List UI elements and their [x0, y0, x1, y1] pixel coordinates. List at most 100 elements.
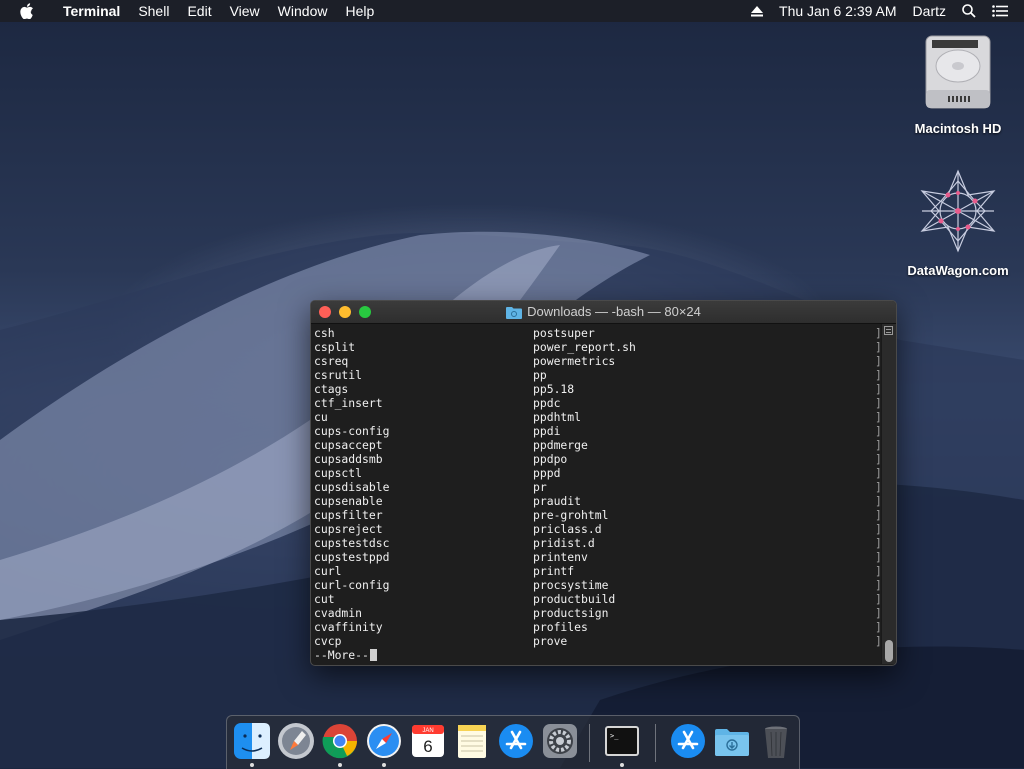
terminal-line: cu ppdhtml]: [314, 410, 882, 424]
split-pane-icon[interactable]: [884, 326, 893, 335]
desktop-icon-label: DataWagon.com: [907, 263, 1009, 278]
spotlight-search-icon[interactable]: [954, 0, 984, 22]
terminal-line: curl-config procsystime]: [314, 578, 882, 592]
desktop-icon-macintosh-hd[interactable]: Macintosh HD: [898, 32, 1018, 136]
terminal-scrollbar[interactable]: [881, 324, 896, 664]
terminal-line: csh postsuper]: [314, 326, 882, 340]
command-name: pppd: [533, 466, 561, 480]
terminal-line: csreq powermetrics]: [314, 354, 882, 368]
apple-icon: [20, 3, 33, 19]
finder-icon[interactable]: [233, 722, 271, 760]
star-network-icon: [920, 169, 996, 253]
command-name: cvaffinity: [314, 620, 383, 634]
calendar-day: 6: [423, 737, 432, 756]
minimize-window-button[interactable]: [339, 306, 351, 318]
command-name: cupsdisable: [314, 480, 390, 494]
system-preferences-icon[interactable]: [541, 722, 579, 760]
menu-shell[interactable]: Shell: [129, 0, 178, 22]
terminal-line: csrutil pp]: [314, 368, 882, 382]
command-name: csh: [314, 326, 335, 340]
desktop-icon-label: Macintosh HD: [914, 121, 1002, 136]
menu-help[interactable]: Help: [336, 0, 383, 22]
trash-icon[interactable]: [757, 722, 795, 760]
close-window-button[interactable]: [319, 306, 331, 318]
command-name: ppdhtml: [533, 410, 582, 424]
notes-icon[interactable]: [453, 722, 491, 760]
menu-terminal[interactable]: Terminal: [54, 0, 129, 22]
command-name: profiles: [533, 620, 588, 634]
command-name: cut: [314, 592, 335, 606]
terminal-line: csplit power_report.sh]: [314, 340, 882, 354]
command-name: cupsenable: [314, 494, 383, 508]
terminal-line: cut productbuild]: [314, 592, 882, 606]
command-name: printf: [533, 564, 575, 578]
maximize-window-button[interactable]: [359, 306, 371, 318]
terminal-line: cupsctl pppd]: [314, 466, 882, 480]
command-name: cvadmin: [314, 606, 363, 620]
terminal-line: cupstestppd printenv]: [314, 550, 882, 564]
terminal-line: cvaffinity profiles]: [314, 620, 882, 634]
command-name: ppdi: [533, 424, 561, 438]
command-name: cupsaddsmb: [314, 452, 383, 466]
menu-view[interactable]: View: [221, 0, 269, 22]
terminal-line: curl printf]: [314, 564, 882, 578]
terminal-line: cvadmin productsign]: [314, 606, 882, 620]
hard-drive-icon: [925, 35, 991, 109]
command-name: pp: [533, 368, 547, 382]
menubar-clock[interactable]: Thu Jan 6 2:39 AM: [771, 0, 905, 22]
terminal-line: cupsreject priclass.d]: [314, 522, 882, 536]
command-name: pp5.18: [533, 382, 575, 396]
terminal-line: cupsaccept ppdmerge]: [314, 438, 882, 452]
command-name: cu: [314, 410, 328, 424]
chrome-icon[interactable]: [321, 722, 359, 760]
terminal-line: cupsaddsmb ppdpo]: [314, 452, 882, 466]
terminal-line: ctags pp5.18]: [314, 382, 882, 396]
command-name: cupsaccept: [314, 438, 383, 452]
menu-window[interactable]: Window: [269, 0, 337, 22]
eject-icon[interactable]: [743, 0, 771, 22]
terminal-line: cupsdisable pr]: [314, 480, 882, 494]
menu-edit[interactable]: Edit: [178, 0, 220, 22]
command-name: csplit: [314, 340, 356, 354]
notification-center-icon[interactable]: [984, 0, 1016, 22]
command-name: csrutil: [314, 368, 363, 382]
command-name: pre-grohtml: [533, 508, 609, 522]
window-title: Downloads — -bash — 80×24: [527, 304, 701, 319]
terminal-icon[interactable]: >_: [603, 722, 641, 760]
app-store-icon[interactable]: [497, 722, 535, 760]
scrollbar-thumb[interactable]: [885, 640, 893, 662]
launchpad-icon[interactable]: [277, 722, 315, 760]
terminal-line: cupstestdsc pridist.d]: [314, 536, 882, 550]
desktop-icon-datawagon[interactable]: DataWagon.com: [898, 168, 1018, 278]
menubar-user[interactable]: Dartz: [905, 0, 954, 22]
command-name: pridist.d: [533, 536, 595, 550]
command-name: cupsfilter: [314, 508, 383, 522]
calendar-icon[interactable]: JAN 6: [409, 722, 447, 760]
pager-prompt-line: --More--: [314, 648, 881, 662]
apple-menu[interactable]: [0, 3, 54, 19]
downloads-folder-icon[interactable]: [713, 722, 751, 760]
command-name: cupstestdsc: [314, 536, 390, 550]
terminal-titlebar[interactable]: Downloads — -bash — 80×24: [311, 301, 896, 324]
command-name: printenv: [533, 550, 588, 564]
command-name: ppdpo: [533, 452, 568, 466]
command-name: cupsreject: [314, 522, 383, 536]
safari-icon[interactable]: [365, 722, 403, 760]
command-name: cvcp: [314, 634, 342, 648]
terminal-line: cvcp prove]: [314, 634, 882, 648]
command-name: ctf_insert: [314, 396, 383, 410]
menu-bar: Terminal Shell Edit View Window Help Thu…: [0, 0, 1024, 22]
pager-prompt: --More--: [314, 648, 369, 662]
command-name: cupstestppd: [314, 550, 390, 564]
command-name: ppdmerge: [533, 438, 588, 452]
command-name: ctags: [314, 382, 349, 396]
dock: JAN 6 >_: [226, 715, 800, 769]
command-name: productbuild: [533, 592, 616, 606]
terminal-output[interactable]: csh postsuper] csplit power_report.sh] csreq…: [311, 324, 882, 664]
app-store-icon[interactable]: [669, 722, 707, 760]
command-name: powermetrics: [533, 354, 616, 368]
terminal-window[interactable]: Downloads — -bash — 80×24 csh postsuper] c…: [310, 300, 897, 666]
command-name: praudit: [533, 494, 582, 508]
folder-icon: [506, 306, 523, 319]
calendar-month: JAN: [422, 728, 433, 734]
